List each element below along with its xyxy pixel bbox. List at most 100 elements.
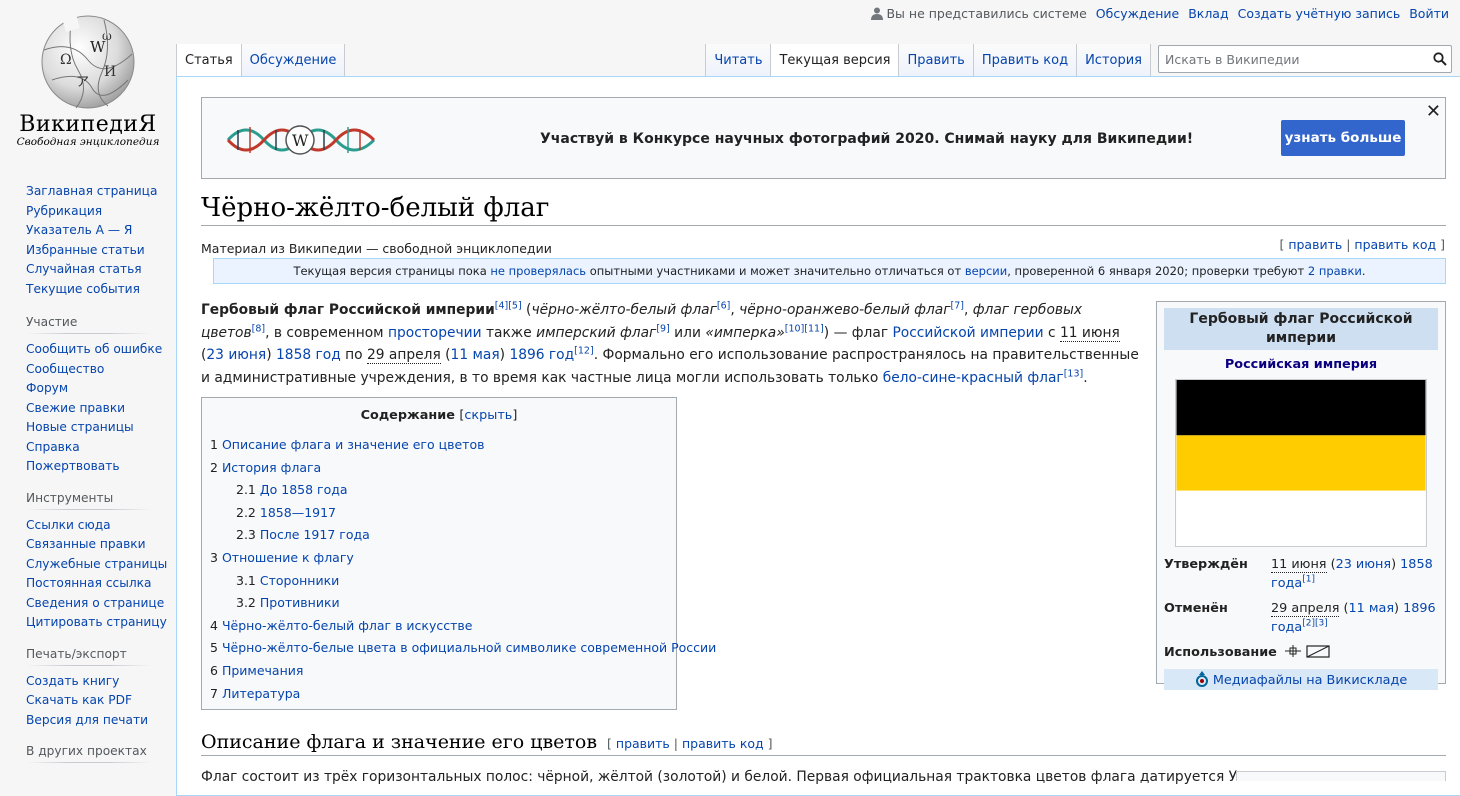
reference[interactable]: [6]: [717, 300, 730, 311]
reference[interactable]: [4][5]: [495, 300, 522, 311]
sidebar-item-featured[interactable]: Избранные статьи: [26, 243, 145, 257]
tab-edit-source[interactable]: Править код: [972, 44, 1077, 76]
toc-item-text[interactable]: Отношение к флагу: [222, 550, 354, 565]
create-account-link[interactable]: Создать учётную запись: [1238, 6, 1401, 21]
link-date[interactable]: 23 июня: [206, 347, 266, 363]
section-edit-source-link[interactable]: править код: [682, 736, 764, 751]
reference[interactable]: [7]: [950, 300, 963, 311]
personal-contributions-link[interactable]: Вклад: [1188, 6, 1228, 21]
sidebar-item-categories[interactable]: Рубрикация: [26, 204, 102, 218]
sidebar-item-current-events[interactable]: Текущие события: [26, 282, 140, 296]
reference[interactable]: [9]: [656, 323, 669, 334]
toc-item-text[interactable]: 1858—1917: [260, 505, 336, 520]
tab-current-version[interactable]: Текущая версия: [770, 44, 899, 76]
infobox-text: ): [1391, 557, 1401, 572]
section-edit-link[interactable]: править: [616, 736, 670, 751]
toc-item-text[interactable]: Чёрно-жёлто-белые цвета в официальной си…: [222, 640, 716, 655]
sidebar-item-special-pages[interactable]: Служебные страницы: [26, 557, 167, 571]
link-white-blue-red-flag[interactable]: бело-сине-красный флаг: [883, 370, 1064, 386]
tab-article[interactable]: Статья: [176, 44, 241, 76]
login-link[interactable]: Войти: [1409, 6, 1449, 21]
tab-edit[interactable]: Править: [898, 44, 973, 76]
sidebar-item-create-book[interactable]: Создать книгу: [26, 674, 119, 688]
toc-item[interactable]: 7 Литература: [210, 686, 300, 701]
sidebar-item-new-pages[interactable]: Новые страницы: [26, 420, 134, 434]
toc-item[interactable]: 3.1 Сторонники: [236, 573, 339, 588]
toc-item-text[interactable]: Литература: [222, 686, 300, 701]
sidebar-item-community[interactable]: Сообщество: [26, 362, 104, 376]
lead-paragraph: Гербовый флаг Российской империи[4][5] (…: [201, 299, 1141, 389]
sidebar-item-recent-changes[interactable]: Свежие правки: [26, 401, 125, 415]
toc-item[interactable]: 6 Примечания: [210, 663, 303, 678]
link-date[interactable]: 11 мая: [1349, 601, 1395, 616]
link-date[interactable]: 23 июня: [1336, 557, 1392, 572]
sidebar-item-page-info[interactable]: Сведения о странице: [26, 596, 164, 610]
link-russian-empire[interactable]: Российская империя: [1225, 357, 1377, 372]
toc-item-text[interactable]: История флага: [222, 460, 321, 475]
toc-item[interactable]: 2.2 1858—1917: [236, 505, 336, 520]
toc-item[interactable]: 3.2 Противники: [236, 595, 340, 610]
sidebar-item-forum[interactable]: Форум: [26, 381, 68, 395]
link-year[interactable]: 1858 год: [276, 347, 341, 363]
commons-link[interactable]: Медиафайлы на Викискладе: [1213, 673, 1407, 688]
svg-text:ω: ω: [102, 29, 112, 43]
toc-item[interactable]: 2.1 До 1858 года: [236, 482, 348, 497]
search-button[interactable]: [1433, 51, 1447, 70]
sidebar-item-what-links-here[interactable]: Ссылки сюда: [26, 518, 111, 532]
edit-source-link[interactable]: править код: [1354, 237, 1436, 252]
toc-item[interactable]: 3 Отношение к флагу: [210, 550, 354, 565]
toc-item-text[interactable]: Сторонники: [260, 573, 339, 588]
reference[interactable]: [2][3]: [1302, 619, 1328, 629]
toc-item-text[interactable]: Примечания: [222, 663, 303, 678]
reference[interactable]: [13]: [1064, 368, 1084, 379]
toc-item-text[interactable]: После 1917 года: [260, 527, 370, 542]
flag-stripe-yellow: [1176, 435, 1426, 491]
sidebar-item-cite[interactable]: Цитировать страницу: [26, 615, 167, 629]
close-icon[interactable]: ✕: [1426, 101, 1441, 122]
reference[interactable]: [8]: [252, 323, 265, 334]
tab-history[interactable]: История: [1076, 44, 1151, 76]
sidebar-item-help[interactable]: Справка: [26, 440, 80, 454]
wikipedia-logo[interactable]: W Ω И ア ω ВикипедиЯ Свободная энциклопед…: [0, 0, 176, 160]
sidebar-item-donate[interactable]: Пожертвовать: [26, 459, 120, 473]
reference[interactable]: [12]: [574, 345, 594, 356]
sidebar-item-report-error[interactable]: Сообщить об ошибке: [26, 342, 162, 356]
toc-item[interactable]: 4 Чёрно-жёлто-белый флаг в искусстве: [210, 618, 472, 633]
flag-image[interactable]: [1175, 379, 1427, 547]
sidebar-item-related-changes[interactable]: Связанные правки: [26, 537, 146, 551]
toc-item-text[interactable]: Противники: [260, 595, 340, 610]
sidebar-item-main-page[interactable]: Заглавная страница: [26, 184, 157, 198]
learn-more-button[interactable]: узнать больше: [1281, 120, 1405, 156]
reference[interactable]: [10][11]: [785, 323, 824, 334]
pending-edits-link[interactable]: 2 правки: [1308, 264, 1362, 278]
reference[interactable]: [1]: [1302, 575, 1315, 585]
sidebar-item-printable[interactable]: Версия для печати: [26, 713, 148, 727]
sidebar-item-random[interactable]: Случайная статья: [26, 262, 142, 276]
toc-number: 2.2: [236, 504, 256, 520]
link-year[interactable]: 1896 год: [509, 347, 574, 363]
flag-usage-icon[interactable]: [1283, 643, 1333, 659]
link-date[interactable]: 11 мая: [451, 347, 500, 363]
toc-item[interactable]: 2.3 После 1917 года: [236, 527, 370, 542]
toc-item-text[interactable]: До 1858 года: [260, 482, 348, 497]
tab-talk[interactable]: Обсуждение: [240, 44, 346, 76]
lead-text: , в современном: [265, 324, 388, 341]
toc-item[interactable]: 1 Описание флага и значение его цветов: [210, 437, 484, 452]
search-input[interactable]: [1159, 46, 1419, 72]
toc-item[interactable]: 5 Чёрно-жёлто-белые цвета в официальной с…: [210, 640, 716, 655]
toc-toggle[interactable]: скрыть: [464, 408, 512, 423]
toc-item[interactable]: 2 История флага: [210, 460, 321, 475]
link-russian-empire[interactable]: Российской империи: [892, 325, 1043, 341]
tab-read[interactable]: Читать: [705, 44, 771, 76]
link-vernacular[interactable]: просторечии: [388, 325, 482, 341]
sidebar-item-index[interactable]: Указатель А — Я: [26, 223, 132, 237]
sidebar-item-download-pdf[interactable]: Скачать как PDF: [26, 693, 132, 707]
not-reviewed-link[interactable]: не проверялась: [490, 264, 586, 278]
personal-talk-link[interactable]: Обсуждение: [1096, 6, 1179, 21]
sidebar-item-permanent-link[interactable]: Постоянная ссылка: [26, 576, 151, 590]
reviewed-version-link[interactable]: версии: [965, 264, 1007, 278]
toc-number: 6: [210, 662, 218, 678]
toc-item-text[interactable]: Описание флага и значение его цветов: [222, 437, 485, 452]
edit-link[interactable]: править: [1288, 237, 1342, 252]
toc-item-text[interactable]: Чёрно-жёлто-белый флаг в искусстве: [222, 618, 473, 633]
